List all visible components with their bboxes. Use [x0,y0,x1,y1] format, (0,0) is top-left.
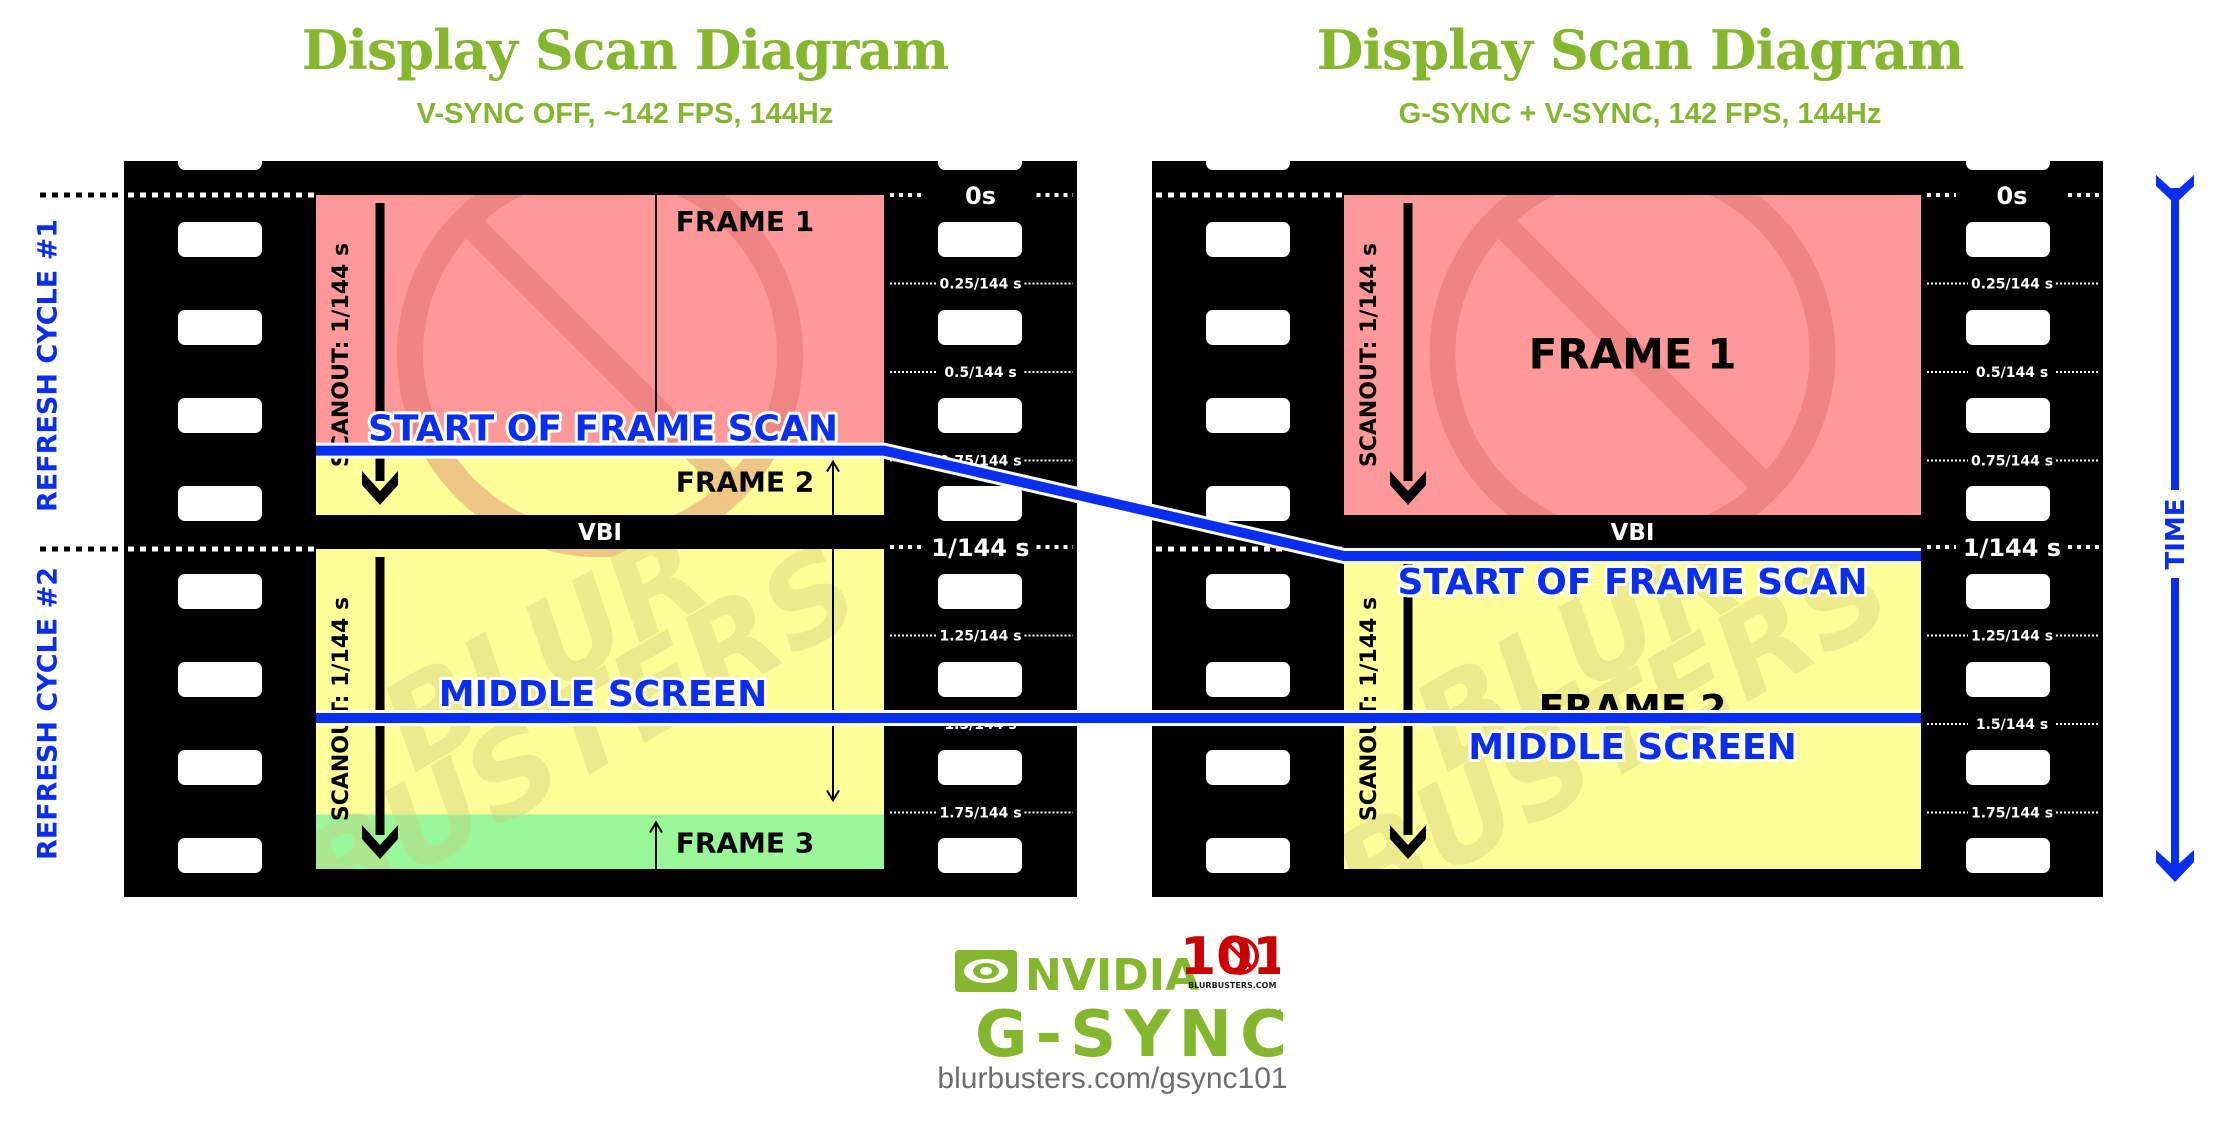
sprocket-hole [1966,222,2050,257]
gsync-wordmark: G-SYNC [975,998,1295,1063]
sprocket-hole [178,155,262,170]
sprocket-hole [1206,222,1290,257]
sprocket-hole [178,662,262,697]
time-axis: TIME [2156,175,2194,882]
scanout-label: SCANOUT: 1/144 s [1357,243,1382,467]
time-tick-label: 0.25/144 s [939,277,1021,293]
sprocket-hole [1966,486,2050,521]
frame-label: FRAME 2 [676,466,815,499]
sprocket-hole [938,750,1022,785]
sprocket-hole [938,155,1022,170]
time-tick-label: 1.75/144 s [1971,806,2053,822]
sprocket-hole [938,486,1022,521]
frame-label: FRAME 1 [676,205,815,238]
time-tick-label: 0.25/144 s [1971,277,2053,293]
sprocket-hole [938,838,1022,873]
sprocket-hole [178,838,262,873]
sprocket-hole [1206,398,1290,433]
sprocket-hole [1966,155,2050,170]
sprocket-hole [1966,750,2050,785]
trademark-mark: TM [1266,1008,1282,1019]
sprocket-hole [1206,750,1290,785]
sprocket-hole [1966,310,2050,345]
sprocket-hole [938,398,1022,433]
sprocket-hole [1966,398,2050,433]
scanout-label: SCANOUT: 1/144 s [329,243,354,467]
scanout-label: SCANOUT: 1/144 s [1357,597,1382,821]
blurbusters-101-badge: 101 BLURBUSTERS.COM [1180,927,1289,995]
sprocket-hole [1206,310,1290,345]
start-of-frame-scan-label: START OF FRAME SCAN [1398,562,1868,603]
sprocket-hole [1206,838,1290,873]
vbi-label: VBI [578,520,622,546]
frame-label: FRAME 3 [676,827,815,860]
time-tick-label: 1.75/144 s [939,806,1021,822]
time-axis-label: TIME [2161,498,2191,569]
time-tick-label: 0s [965,182,996,210]
time-tick-label: 0.75/144 s [1971,454,2053,470]
time-tick-label: 1.25/144 s [939,629,1021,645]
nvidia-wordmark: NVIDIA [1025,950,1199,1001]
time-tick-label: 1.25/144 s [1971,629,2053,645]
sprocket-hole [178,398,262,433]
time-tick-label: 0.5/144 s [944,365,1016,381]
vsync-off-diagram: BLURBUSTERSVBI0s0.25/144 s0.5/144 s0.75/… [40,155,1077,897]
time-tick-label: 1.5/144 s [1976,717,2048,733]
sprocket-hole [178,574,262,609]
sprocket-hole [938,574,1022,609]
start-of-frame-scan-label: START OF FRAME SCAN [368,409,838,450]
sprocket-hole [1206,486,1290,521]
sprocket-hole [1966,838,2050,873]
sprocket-hole [1966,574,2050,609]
middle-screen-label: MIDDLE SCREEN [439,674,767,715]
diagram-stage: Display Scan Diagram V-SYNC OFF, ~142 FP… [0,0,2225,1122]
nvidia-eye-icon [955,950,1017,992]
time-tick-label: 0s [1997,182,2028,210]
sprocket-hole [938,662,1022,697]
frame-label: FRAME 1 [1529,329,1737,378]
time-tick-label: 1/144 s [931,534,1029,562]
sprocket-hole [1966,662,2050,697]
sprocket-hole [1206,662,1290,697]
vbi-label: VBI [1611,520,1655,546]
sprocket-hole [178,750,262,785]
sprocket-hole [938,222,1022,257]
badge-number: 101 [1180,930,1280,987]
sprocket-hole [938,310,1022,345]
refresh-cycle-1-label: REFRESH CYCLE #1 [32,218,64,513]
gsync101-url: blurbusters.com/gsync101 [937,1062,1288,1095]
time-tick-label: 1/144 s [1963,534,2061,562]
middle-screen-label: MIDDLE SCREEN [1468,727,1796,768]
refresh-cycle-2-label: REFRESH CYCLE #2 [32,566,64,861]
sprocket-hole [1206,574,1290,609]
sprocket-hole [178,486,262,521]
sprocket-hole [1206,155,1290,170]
sprocket-hole [178,222,262,257]
scanout-label: SCANOUT: 1/144 s [329,597,354,821]
sprocket-hole [178,310,262,345]
time-tick-label: 0.5/144 s [1976,365,2048,381]
badge-site: BLURBUSTERS.COM [1188,981,1276,990]
